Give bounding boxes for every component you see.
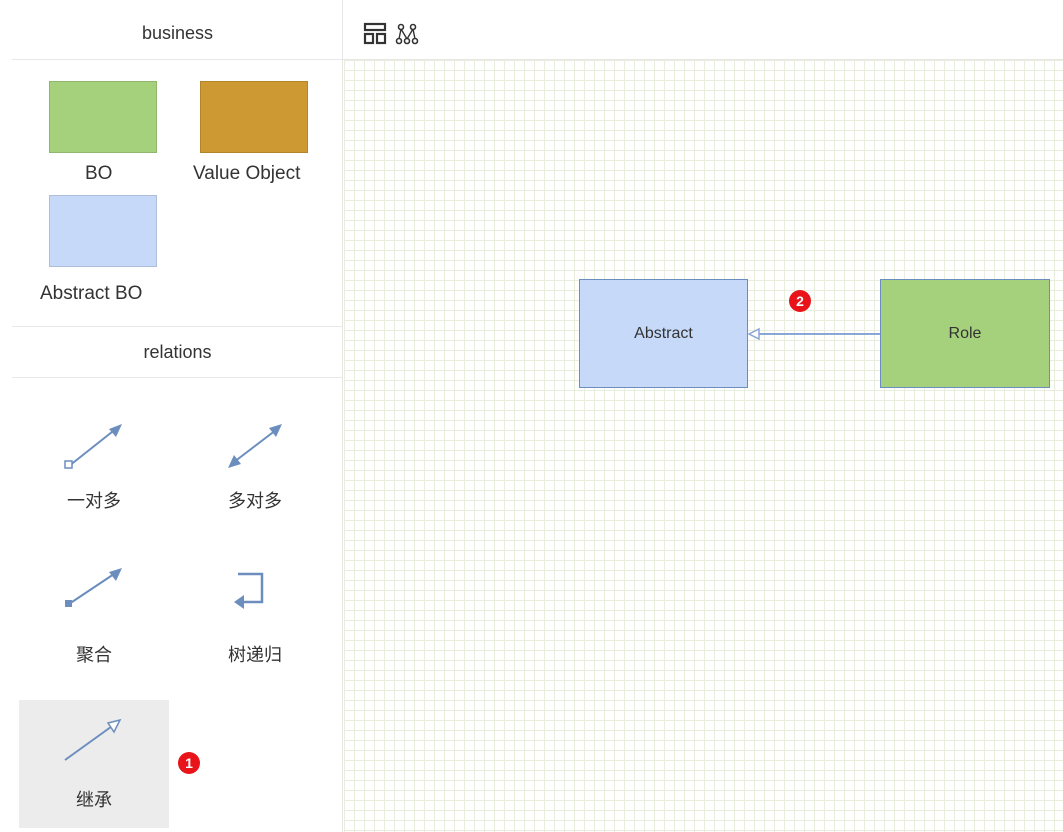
relation-aggregation[interactable]: 聚合 (19, 555, 169, 683)
node-role-label: Role (948, 324, 982, 342)
relations-header-label: relations (143, 341, 212, 362)
annotation-marker-1: 1 (178, 752, 200, 774)
graph-icon[interactable] (395, 22, 419, 46)
one-to-many-arrow-icon (64, 424, 122, 469)
value-object-label: Value Object (193, 163, 301, 184)
shape-value-object[interactable]: Value Object (190, 81, 320, 186)
node-role[interactable]: Role (880, 279, 1050, 388)
bo-swatch (49, 81, 157, 153)
value-object-swatch (200, 81, 308, 153)
abstract-bo-label: Abstract BO (40, 283, 143, 304)
many-to-many-label: 多对多 (228, 491, 282, 511)
node-abstract[interactable]: Abstract (579, 279, 748, 388)
aggregation-arrow-icon (65, 568, 122, 607)
relation-one-to-many[interactable]: 一对多 (19, 400, 169, 528)
shape-bo[interactable]: BO (49, 81, 159, 186)
inheritance-label: 继承 (76, 790, 112, 810)
business-header-label: business (141, 23, 214, 43)
relations-section-header: relations (12, 326, 343, 378)
bo-label: BO (85, 163, 113, 184)
relation-tree-recursion[interactable]: 树递归 (180, 555, 330, 683)
tree-recursion-label: 树递归 (228, 645, 282, 665)
abstract-bo-swatch (49, 195, 157, 267)
node-abstract-label: Abstract (634, 324, 693, 342)
aggregation-label: 聚合 (76, 645, 112, 665)
business-section-header: business (12, 8, 343, 60)
tree-recursion-arrow-icon (234, 572, 264, 609)
shape-abstract-bo[interactable]: Abstract BO (38, 195, 168, 305)
inheritance-edge[interactable] (344, 60, 1063, 832)
sidebar: business BO Value Object Abstract BO rel… (0, 0, 343, 832)
toolbar (343, 8, 1063, 60)
one-to-many-label: 一对多 (67, 491, 121, 511)
relation-inheritance[interactable]: 继承 (19, 700, 169, 828)
many-to-many-arrow-icon (228, 424, 282, 468)
layout-icon[interactable] (363, 22, 387, 46)
relation-many-to-many[interactable]: 多对多 (180, 400, 330, 528)
diagram-canvas[interactable]: Abstract Role 2 (344, 60, 1063, 832)
annotation-marker-2: 2 (789, 290, 811, 312)
inheritance-arrow-icon (64, 718, 122, 761)
